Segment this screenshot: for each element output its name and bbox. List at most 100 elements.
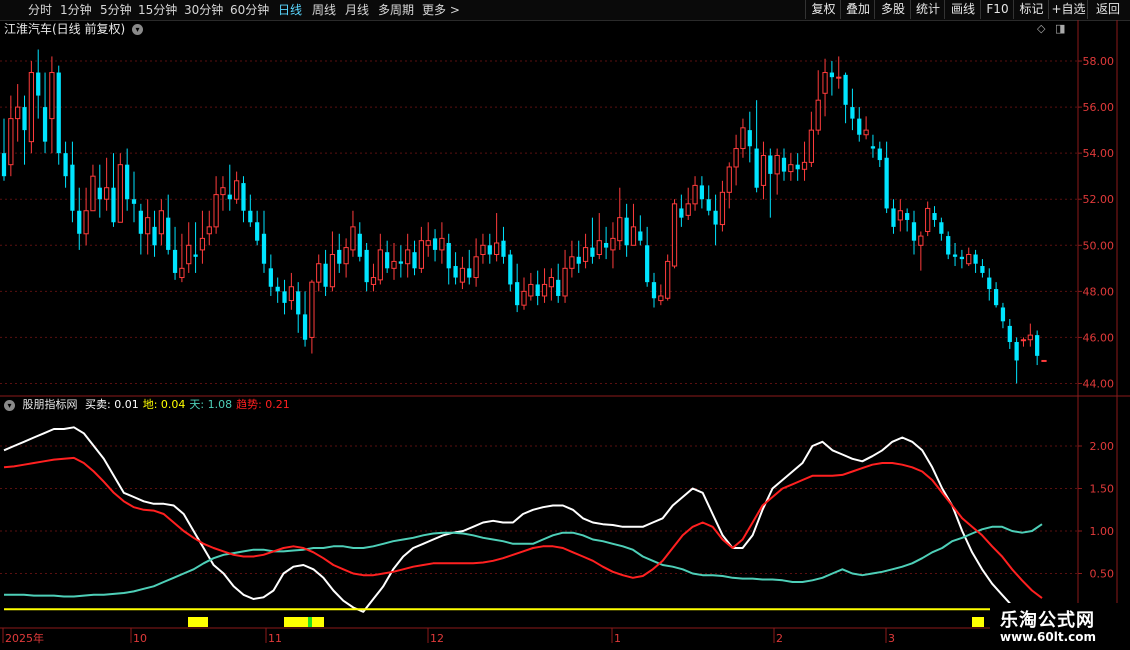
candle-body [473,256,479,279]
signal-bar-0 [188,617,208,627]
candle-body [8,118,14,166]
candle-body [535,284,540,296]
candle-body [90,175,96,212]
candle-body [541,283,548,297]
candle-body [70,164,75,211]
candle-body [56,72,61,154]
candle-body [172,249,178,273]
price-tick-label: 48.00 [1083,285,1115,298]
x-tick-label: 10 [133,632,147,645]
candle-body [884,157,889,209]
candle-body [925,207,931,232]
x-tick-label: 2 [776,632,783,645]
candle-body [596,240,602,256]
candle-body [1020,339,1027,342]
candle-body [877,148,882,161]
indicator-field-3: 趋势: 0.21 [236,398,290,411]
candle-body [781,157,787,172]
candle-body [439,237,445,251]
candle-body [166,217,171,250]
price-tick-label: 52.00 [1083,193,1115,206]
candle-body [740,127,746,150]
indicator-field-2: 天: 1.08 [189,398,233,411]
candle-body [152,226,157,246]
candle-body [385,252,390,269]
candle-body [480,244,486,256]
x-tick-label: 2025年 [5,631,44,645]
candle-body [1027,334,1033,341]
price-tick-label: 56.00 [1083,101,1115,114]
signal-bar-1 [284,617,324,627]
candle-body [337,249,342,264]
candle-body [145,217,151,235]
candle-body [275,286,280,292]
candle-body [795,164,800,170]
candle-body [459,267,466,283]
candle-body [377,249,383,281]
candle-body [582,247,589,262]
candle-body [63,153,68,177]
candle-body [829,72,835,78]
candle-body [665,260,671,299]
price-tick-label: 58.00 [1083,55,1115,68]
candle-body [918,235,924,246]
candle-body [97,187,102,200]
candle-body [179,267,185,279]
indicator-tick-label: 1.50 [1090,483,1115,496]
candle-body [857,118,862,135]
candle-body [261,233,267,264]
candle-body [28,72,34,143]
candle-body [630,226,637,246]
candle-body [548,277,554,288]
candle-body [241,183,246,211]
indicator-tick-label: 2.00 [1090,440,1115,453]
price-chart[interactable]: 58.00 56.00 54.00 52.00 50.00 48.00 46.00 44.00… [0,0,1130,650]
indicator-line-3 [3,456,1043,599]
indicator-tick-label: 0.50 [1090,568,1115,581]
candle-body [1,153,7,177]
candle-body [638,231,643,241]
candle-body [993,289,999,306]
candle-body [398,261,403,264]
candle-body [131,199,137,204]
candle-body [521,290,527,306]
candle-body [733,148,739,168]
candle-body [651,282,657,299]
candle-body [905,213,910,220]
candle-body [370,277,377,285]
candle-body [719,191,726,226]
candle-body [706,199,711,211]
candle-body [412,252,417,269]
candle-body [77,210,82,234]
signal-bar-2 [308,617,312,627]
candle-body [248,210,253,223]
candle-body [987,277,992,290]
candle-body [125,164,130,200]
candle-body [83,210,89,235]
candle-body [562,267,568,297]
candle-body [515,282,520,306]
candle-body [610,237,616,251]
candle-body [946,236,951,255]
candle-body [699,185,705,200]
candle-body [206,226,212,235]
candle-body [980,266,985,273]
candle-body [760,154,767,186]
candle-body [645,245,650,283]
chevron-down-icon[interactable]: ▾ [4,399,15,411]
candle-body [199,237,206,251]
indicator-field-1: 地: 0.04 [142,398,186,411]
candle-body [1014,342,1019,361]
candle-body [494,242,500,256]
candle-body [49,72,55,120]
candle-body [446,242,451,269]
candle-body [343,247,349,265]
candle-body [836,76,842,79]
candle-body [671,203,678,267]
candle-body [569,256,575,269]
candle-body [15,106,21,120]
candle-body [111,187,116,223]
candle-body [788,164,794,173]
candle-body [617,217,623,242]
candle-body [768,155,773,174]
